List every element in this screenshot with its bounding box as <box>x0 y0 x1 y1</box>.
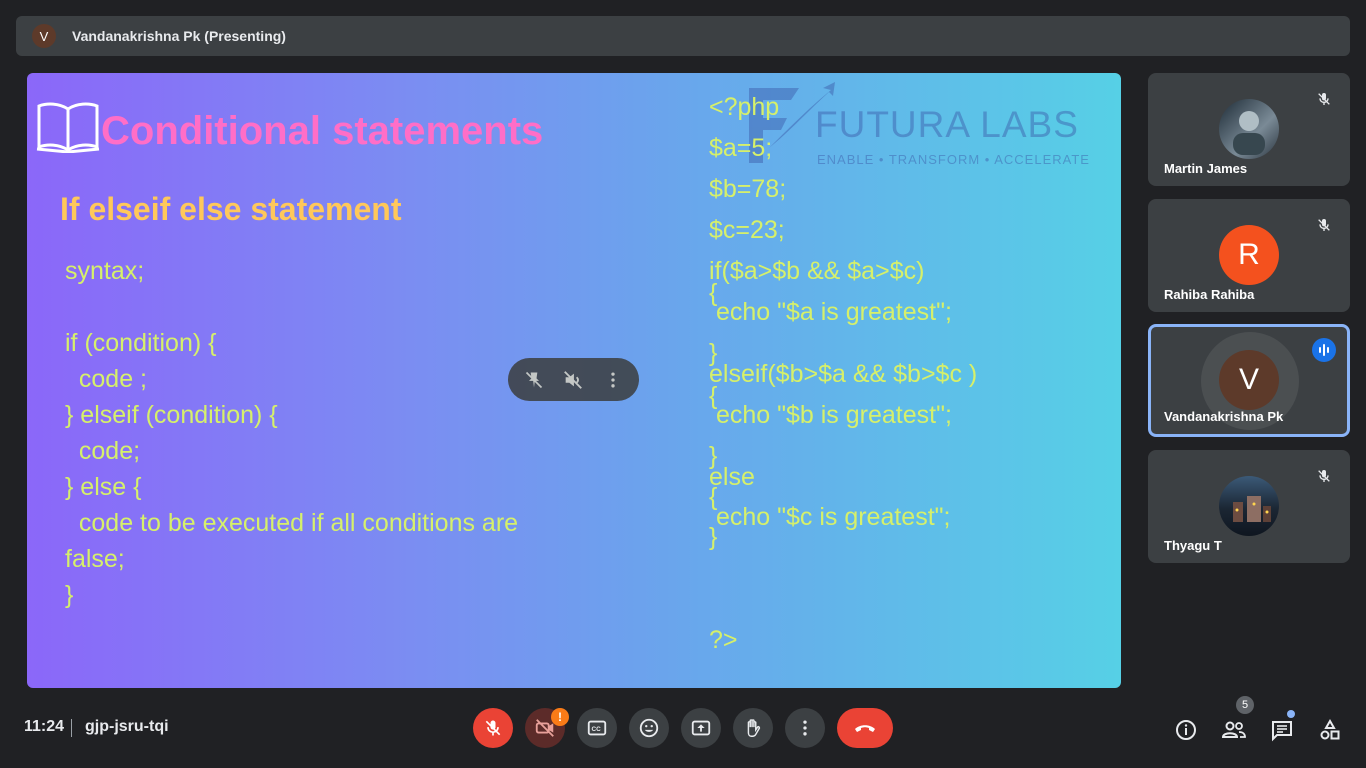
activities-button[interactable] <box>1316 716 1344 744</box>
more-options-icon[interactable] <box>598 365 628 395</box>
syntax-block: syntax; if (condition) { code ; } elseif … <box>65 253 518 613</box>
microphone-toggle-button[interactable] <box>473 708 513 748</box>
futura-labs-logo: FUTURA LABS ENABLE • TRANSFORM • ACCELER… <box>739 78 1099 168</box>
slide-subtitle: If elseif else statement <box>60 191 402 227</box>
slide-title: Conditional statements <box>101 109 544 153</box>
more-options-button[interactable] <box>785 708 825 748</box>
hand-icon <box>747 719 761 737</box>
mic-off-icon <box>1312 213 1336 237</box>
meeting-details-button[interactable] <box>1172 716 1200 744</box>
code-line: if($a>$b && $a>$c) <box>709 257 925 285</box>
speaking-indicator-icon <box>1312 338 1336 362</box>
tile-controls <box>508 358 639 401</box>
info-icon <box>1176 720 1196 740</box>
captions-button[interactable]: CC <box>577 708 617 748</box>
emoji-icon <box>639 718 659 738</box>
syntax-line: code; <box>65 437 141 465</box>
mic-off-icon <box>485 720 501 736</box>
code-line: $b=78; <box>709 175 787 203</box>
syntax-line: if (condition) { <box>65 329 217 357</box>
present-icon <box>691 720 711 736</box>
code-line: ?> <box>709 626 738 654</box>
people-count-badge: 5 <box>1236 696 1254 714</box>
syntax-line: code ; <box>65 365 147 393</box>
presenter-bar: V Vandanakrishna Pk (Presenting) <box>16 16 1350 56</box>
reactions-button[interactable] <box>629 708 669 748</box>
meeting-time: 11:24 <box>24 718 65 735</box>
people-icon <box>1221 721 1246 738</box>
captions-icon: CC <box>587 720 607 736</box>
participant-avatar: V <box>1219 350 1279 410</box>
syntax-line: syntax; <box>65 257 145 285</box>
syntax-line: } <box>65 581 74 609</box>
participant-tile-rahiba[interactable]: R Rahiba Rahiba <box>1148 199 1350 312</box>
logo-name: FUTURA LABS <box>815 104 1079 145</box>
code-line: $a=5; <box>709 134 773 162</box>
presenter-name: Vandanakrishna Pk (Presenting) <box>72 28 286 44</box>
code-line: <?php <box>709 93 780 121</box>
mic-off-icon <box>1312 87 1336 111</box>
participant-tile-martin[interactable]: Martin James <box>1148 73 1350 186</box>
syntax-line <box>65 289 518 325</box>
participant-name: Thyagu T <box>1164 538 1222 553</box>
presenter-avatar: V <box>32 24 56 48</box>
activities-icon <box>1320 718 1340 740</box>
book-icon <box>36 102 100 153</box>
syntax-line: } elseif (condition) { <box>65 401 278 429</box>
participant-photo <box>1219 99 1279 159</box>
leave-call-button[interactable] <box>837 708 893 748</box>
unpin-icon[interactable] <box>519 365 549 395</box>
participant-tile-vandanakrishna[interactable]: V Vandanakrishna Pk <box>1148 324 1350 437</box>
meeting-controls-bar: 11:24 gjp-jsru-tqi ! CC 5 <box>0 696 1366 768</box>
participant-name: Rahiba Rahiba <box>1164 287 1255 302</box>
end-call-icon <box>855 725 875 732</box>
code-line: $c=23; <box>709 216 785 244</box>
divider <box>71 719 72 737</box>
participant-tile-thyagu[interactable]: Thyagu T <box>1148 450 1350 563</box>
code-line: echo "$c is greatest"; <box>709 503 951 531</box>
shared-screen: Conditional statements If elseif else st… <box>27 73 1121 688</box>
code-line: elseif($b>$a && $b>$c ) <box>709 360 978 388</box>
syntax-line: } else { <box>65 473 142 501</box>
chat-icon <box>1272 721 1292 742</box>
syntax-line: code to be executed if all conditions ar… <box>65 509 519 537</box>
people-button[interactable] <box>1220 716 1248 744</box>
mute-audio-icon[interactable] <box>558 365 588 395</box>
syntax-line: false; <box>65 545 125 573</box>
logo-tagline: ENABLE • TRANSFORM • ACCELERATE <box>817 152 1090 167</box>
code-line: echo "$a is greatest"; <box>709 298 952 326</box>
svg-text:CC: CC <box>592 726 602 733</box>
code-line: } <box>709 523 718 551</box>
present-screen-button[interactable] <box>681 708 721 748</box>
code-line: echo "$b is greatest"; <box>709 401 952 429</box>
participant-name: Martin James <box>1164 161 1248 176</box>
mic-off-icon <box>1312 464 1336 488</box>
participant-photo <box>1219 476 1279 536</box>
more-vert-icon <box>803 720 807 736</box>
participant-avatar: R <box>1219 225 1279 285</box>
camera-warning-badge: ! <box>551 708 569 726</box>
raise-hand-button[interactable] <box>733 708 773 748</box>
meeting-code: gjp-jsru-tqi <box>85 718 169 735</box>
chat-button[interactable] <box>1268 716 1296 744</box>
participant-name: Vandanakrishna Pk <box>1164 409 1284 424</box>
